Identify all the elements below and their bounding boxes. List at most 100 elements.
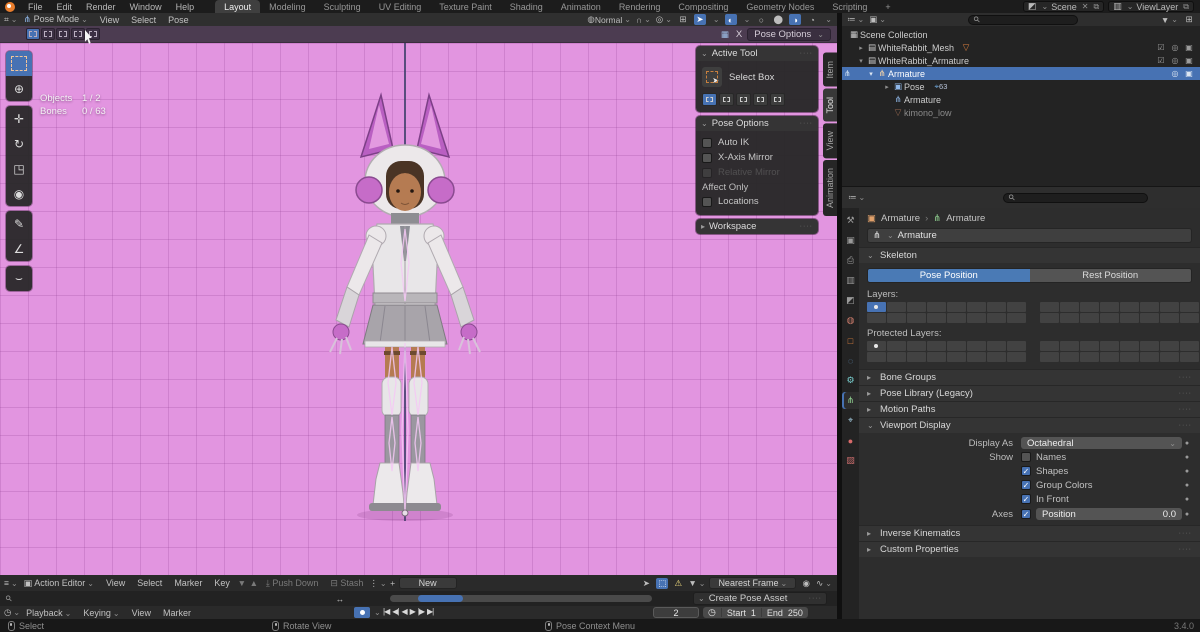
layer-cell[interactable] — [1060, 352, 1079, 362]
animate-dot[interactable]: ● — [1182, 468, 1192, 475]
layer-cell[interactable] — [867, 313, 886, 323]
viewlayer-selector[interactable]: ▥⌄ ViewLayer ⧉ — [1108, 1, 1194, 12]
outliner-row-whiterabbit-armature[interactable]: ▾ ▤ WhiteRabbit_Armature ☑ ◎ ▣ — [842, 54, 1200, 67]
layer-cell[interactable] — [1120, 341, 1139, 351]
names-checkbox[interactable] — [1021, 452, 1031, 462]
tab-world-properties[interactable]: ◍ — [842, 312, 859, 329]
layer-cell[interactable] — [1120, 313, 1139, 323]
breadcrumb-data[interactable]: Armature — [946, 213, 985, 224]
animate-dot[interactable]: ● — [1182, 482, 1192, 489]
xray-toggle-icon[interactable]: ◐ — [725, 14, 737, 25]
tab-output-properties[interactable]: ⎙ — [842, 252, 859, 269]
layer-cell[interactable] — [1180, 352, 1199, 362]
menu-edit[interactable]: Edit — [50, 2, 80, 12]
viewlayer-name[interactable]: ViewLayer — [1136, 2, 1178, 12]
layer-cell[interactable] — [887, 341, 906, 351]
pose-options-panel-header[interactable]: ⌄ Pose Options···· — [696, 116, 818, 131]
measure-tool[interactable]: ∠ — [6, 236, 32, 261]
layer-cell[interactable] — [967, 313, 986, 323]
layer-cell[interactable] — [1160, 352, 1179, 362]
proportional-key-icon[interactable]: ⬚ — [656, 578, 668, 589]
cursor-tool[interactable]: ⊕ — [6, 76, 32, 101]
select-box-tool[interactable] — [6, 51, 32, 76]
mode-intersect-button[interactable] — [770, 93, 785, 106]
timeline-menu-marker[interactable]: Marker — [157, 608, 197, 618]
menu-file[interactable]: File — [21, 2, 50, 12]
interpolation-icon[interactable]: ∿⌄ — [816, 578, 832, 589]
layer-cell[interactable] — [1180, 341, 1199, 351]
viewport-3d[interactable]: Objects 1 / 2 Bones 0 / 63 ⊕ ✛ ↻ ◳ ◉ ✎ ∠ — [0, 43, 837, 575]
layer-cell[interactable] — [1007, 313, 1026, 323]
menu-select[interactable]: Select — [125, 15, 162, 25]
transform-orientation-dropdown[interactable]: ◍ Normal⌄ — [587, 14, 631, 25]
tab-sculpting[interactable]: Sculpting — [315, 0, 370, 13]
current-frame-field[interactable]: 2 — [653, 607, 699, 618]
tab-scene-properties[interactable]: ◩ — [842, 292, 859, 309]
layer-cell[interactable] — [1040, 302, 1059, 312]
layer-cell[interactable] — [1160, 313, 1179, 323]
layer-cell[interactable] — [1080, 302, 1099, 312]
show-overlays-icon[interactable]: ➤ — [694, 14, 706, 25]
dope-menu-marker[interactable]: Marker — [168, 578, 208, 588]
second-toggle-icon[interactable]: ◉ — [800, 578, 812, 589]
auto-ik-checkbox[interactable]: Auto IK — [702, 135, 812, 150]
shading-dropdown-icon[interactable]: ⌄ — [825, 15, 832, 24]
select-mode-invert[interactable] — [71, 28, 85, 40]
layer-cell[interactable] — [1100, 313, 1119, 323]
annotate-tool[interactable]: ✎ — [6, 211, 32, 236]
tab-tool-properties[interactable]: ⚒ — [842, 212, 859, 229]
sidebar-tab-animation[interactable]: Animation — [823, 160, 837, 216]
stash-button[interactable]: ⊟ Stash — [324, 578, 369, 589]
layer-cell[interactable] — [947, 313, 966, 323]
layer-cell[interactable] — [1060, 341, 1079, 351]
action-up-icon[interactable]: ▲ — [248, 578, 260, 589]
next-keyframe-button[interactable]: |▶ — [418, 607, 424, 616]
mode-extend-button[interactable] — [719, 93, 734, 106]
dopesheet-mode-dropdown[interactable]: ▣ Action Editor⌄ — [18, 578, 100, 589]
start-frame-field[interactable]: 1 — [751, 608, 756, 618]
disable-render-icon[interactable]: ▣ — [1183, 56, 1195, 65]
layer-cell[interactable] — [987, 313, 1006, 323]
layer-cell[interactable] — [867, 302, 886, 312]
rotate-tool[interactable]: ↻ — [6, 131, 32, 156]
disable-render-icon[interactable]: ▣ — [1183, 43, 1195, 52]
tab-armature-data-properties[interactable]: ⋔ — [842, 392, 859, 409]
select-mode-extend[interactable] — [41, 28, 55, 40]
jump-to-end-button[interactable]: ▶| — [427, 607, 433, 616]
tab-modeling[interactable]: Modeling — [260, 0, 315, 13]
new-collection-icon[interactable]: ⊞ — [1183, 14, 1195, 25]
rest-position-button[interactable]: Rest Position — [1030, 269, 1192, 282]
prev-keyframe-button[interactable]: ◀| — [392, 607, 398, 616]
layer-cell[interactable] — [907, 313, 926, 323]
new-action-button[interactable]: New — [399, 577, 457, 589]
timeline-menu-keying[interactable]: Keying⌄ — [77, 608, 125, 618]
layer-cell[interactable] — [947, 302, 966, 312]
layer-cell[interactable] — [1040, 341, 1059, 351]
only-selected-icon[interactable]: ➤ — [640, 578, 652, 589]
channel-search-icon[interactable]: ⚲ — [4, 593, 15, 604]
shading-wireframe-icon[interactable]: ○ — [755, 14, 767, 25]
outliner-row-pose[interactable]: ▸ ▣ Pose ⌖63 — [842, 80, 1200, 93]
layer-cell[interactable] — [1160, 302, 1179, 312]
group-colors-checkbox[interactable]: ✓ — [1021, 480, 1031, 490]
mode-invert-button[interactable] — [753, 93, 768, 106]
layer-cell[interactable] — [947, 352, 966, 362]
layer-cell[interactable] — [967, 341, 986, 351]
play-button[interactable]: ▶ — [410, 607, 415, 616]
hide-viewport-icon[interactable]: ◎ — [1169, 69, 1181, 78]
skeleton-section-header[interactable]: ⌄Skeleton — [859, 247, 1200, 263]
snap-dropdown[interactable]: Nearest Frame⌄ — [709, 577, 796, 589]
dope-menu-key[interactable]: Key — [208, 578, 236, 588]
protected-grid-right[interactable] — [1040, 341, 1199, 362]
animate-dot[interactable]: ● — [1182, 496, 1192, 503]
layer-cell[interactable] — [987, 302, 1006, 312]
auto-keying-button[interactable]: ⌄ — [354, 607, 381, 618]
layer-cell[interactable] — [947, 341, 966, 351]
tab-shading[interactable]: Shading — [501, 0, 552, 13]
motion-paths-section-header[interactable]: ▸Motion Paths···· — [859, 401, 1200, 417]
scene-selector[interactable]: ◩⌄ Scene ✕ ⧉ — [1023, 1, 1104, 12]
layer-cell[interactable] — [887, 302, 906, 312]
layer-cell[interactable] — [867, 352, 886, 362]
layer-cell[interactable] — [927, 313, 946, 323]
pose-position-button[interactable]: Pose Position — [868, 269, 1030, 282]
